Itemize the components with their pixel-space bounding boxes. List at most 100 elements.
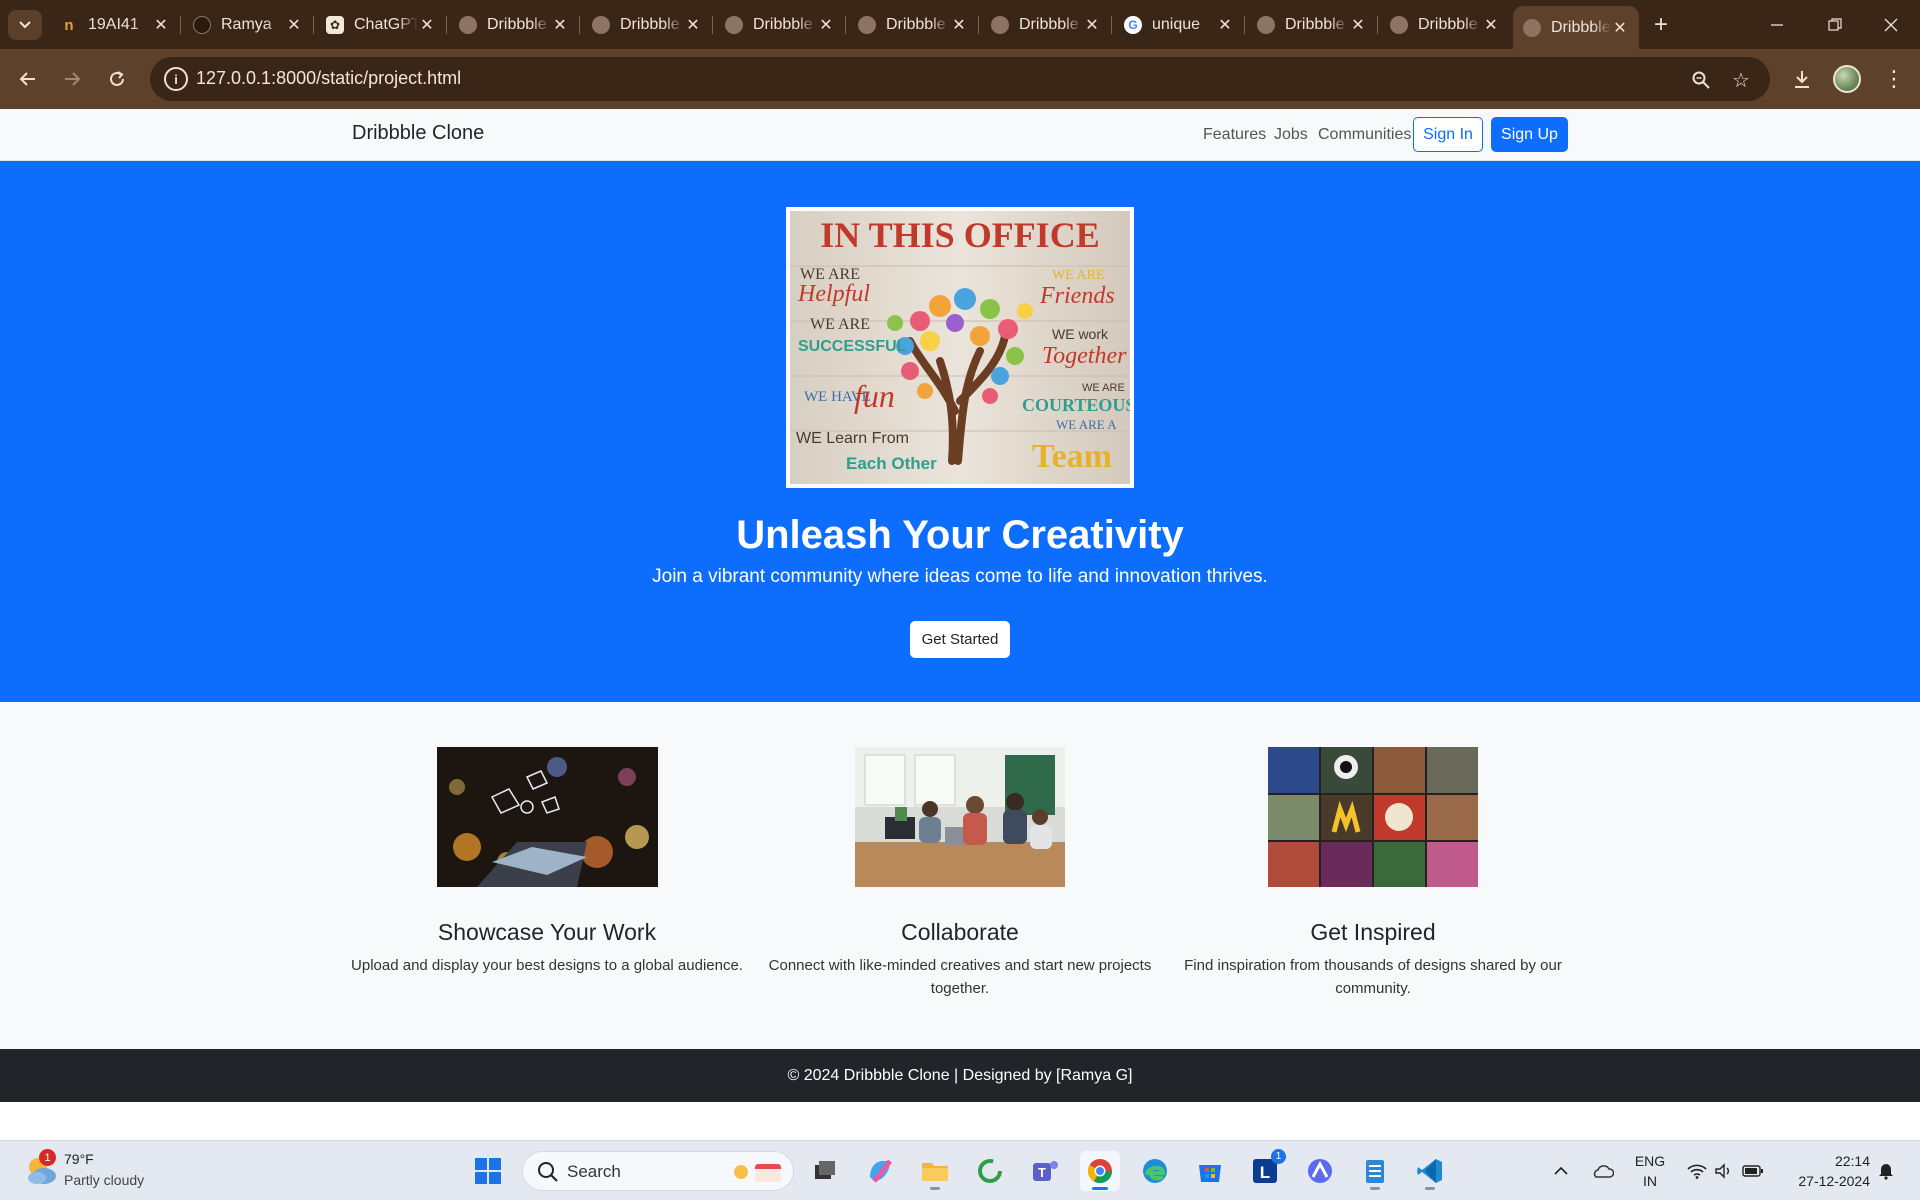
taskbar-search-box[interactable]: Search	[522, 1151, 794, 1191]
battery-icon[interactable]	[1740, 1155, 1766, 1187]
svg-text:fun: fun	[854, 378, 895, 414]
downloads-button[interactable]	[1784, 61, 1820, 97]
url-text[interactable]: 127.0.0.1:8000/static/project.html	[196, 68, 461, 89]
browser-tab-active[interactable]: Dribbble ✕	[1513, 6, 1639, 49]
svg-text:T: T	[1038, 1165, 1046, 1180]
close-icon[interactable]: ✕	[684, 15, 702, 35]
task-view-icon[interactable]	[805, 1151, 845, 1191]
browser-tab[interactable]: Dribbble ✕	[582, 8, 712, 42]
reload-icon	[110, 71, 124, 86]
bookmark-star-icon[interactable]: ☆	[1726, 65, 1756, 95]
teams-icon[interactable]: T	[1025, 1151, 1065, 1191]
get-started-button[interactable]: Get Started	[910, 621, 1010, 658]
arc-app-icon[interactable]	[1300, 1151, 1340, 1191]
edge-icon[interactable]	[1135, 1151, 1175, 1191]
browser-tab[interactable]: Dribbble ✕	[449, 8, 579, 42]
close-icon[interactable]: ✕	[817, 15, 835, 35]
onedrive-cloud-icon[interactable]	[1590, 1155, 1616, 1187]
sign-up-button[interactable]: Sign Up	[1491, 117, 1568, 152]
browser-tab[interactable]: Dribbble ✕	[981, 8, 1111, 42]
nav-link-jobs[interactable]: Jobs	[1274, 126, 1308, 144]
browser-tab[interactable]: Dribbble ✕	[1247, 8, 1377, 42]
close-icon[interactable]: ✕	[152, 15, 170, 35]
close-icon[interactable]: ✕	[418, 15, 436, 35]
inspired-image-grid	[1268, 747, 1478, 887]
address-toolbar: i 127.0.0.1:8000/static/project.html ☆ ⋮	[0, 49, 1920, 109]
close-icon[interactable]: ✕	[950, 15, 968, 35]
close-icon	[1884, 18, 1898, 31]
svg-text:Together: Together	[1042, 343, 1127, 369]
browser-tab[interactable]: Dribbble ✕	[715, 8, 845, 42]
weather-desc[interactable]: Partly cloudy	[64, 1172, 144, 1188]
forward-button[interactable]	[54, 61, 90, 97]
close-icon[interactable]: ✕	[1349, 15, 1367, 35]
minimize-icon	[1771, 23, 1783, 26]
system-clock[interactable]: 22:14 27-12-2024	[1780, 1151, 1870, 1191]
browser-tab[interactable]: n 19AI41 ✕	[50, 8, 180, 42]
site-info-icon[interactable]: i	[164, 67, 188, 91]
tab-search-button[interactable]	[8, 10, 42, 40]
feature-title: Collaborate	[901, 919, 1019, 945]
feature-text: Connect with like-minded creatives and s…	[768, 957, 1152, 997]
close-icon[interactable]: ✕	[551, 15, 569, 35]
chevron-up-icon[interactable]	[1550, 1155, 1572, 1187]
close-icon[interactable]: ✕	[1083, 15, 1101, 35]
l-app-icon[interactable]: L 1	[1245, 1149, 1286, 1191]
vscode-icon[interactable]	[1410, 1151, 1450, 1191]
notepad-icon[interactable]	[1355, 1151, 1395, 1191]
hero-subtitle: Join a vibrant community where ideas com…	[652, 566, 1268, 587]
copilot-icon[interactable]	[860, 1151, 900, 1191]
browser-tab[interactable]: ✿ ChatGPT ✕	[316, 8, 446, 42]
chrome-icon[interactable]	[1080, 1151, 1120, 1191]
cycle-app-icon[interactable]	[970, 1151, 1010, 1191]
close-icon[interactable]: ✕	[1482, 15, 1500, 35]
new-tab-button[interactable]: +	[1646, 10, 1676, 40]
start-button[interactable]	[468, 1151, 508, 1191]
wifi-icon[interactable]	[1685, 1155, 1709, 1187]
site-brand[interactable]: Dribbble Clone	[352, 122, 484, 145]
browser-menu-icon[interactable]: ⋮	[1880, 61, 1908, 97]
nav-link-features[interactable]: Features	[1203, 126, 1266, 144]
back-button[interactable]	[10, 61, 46, 97]
store-icon[interactable]	[1190, 1151, 1230, 1191]
close-icon[interactable]: ✕	[1611, 18, 1629, 38]
chatgpt-icon: ✿	[326, 16, 344, 34]
minimize-button[interactable]	[1748, 0, 1806, 49]
restore-button[interactable]	[1806, 0, 1864, 49]
sign-in-button[interactable]: Sign In	[1413, 117, 1483, 152]
svg-text:WE ARE: WE ARE	[1082, 382, 1125, 394]
svg-text:WE ARE: WE ARE	[810, 316, 870, 333]
browser-tab[interactable]: G unique ✕	[1114, 8, 1244, 42]
globe-icon	[1257, 16, 1275, 34]
close-icon[interactable]: ✕	[285, 15, 303, 35]
hero-section: IN THIS OFFICE WE ARE Helpful WE ARE SUC…	[0, 161, 1920, 702]
zoom-icon[interactable]	[1686, 65, 1716, 95]
web-page: Dribbble Clone Features Jobs Communities…	[0, 109, 1920, 1140]
reload-button[interactable]	[99, 61, 135, 97]
nav-link-communities[interactable]: Communities	[1318, 126, 1411, 144]
browser-tab-strip: n 19AI41 ✕ Ramya ✕ ✿ ChatGPT ✕ Dribbble …	[0, 0, 1920, 49]
profile-avatar[interactable]	[1833, 65, 1861, 93]
notification-bell-icon[interactable]	[1874, 1155, 1898, 1187]
browser-tab[interactable]: Dribbble ✕	[848, 8, 978, 42]
svg-text:Friends: Friends	[1039, 283, 1115, 309]
browser-tab[interactable]: Ramya ✕	[183, 8, 313, 42]
chevron-down-icon	[19, 21, 31, 29]
github-icon	[193, 16, 211, 34]
windows-logo-icon	[475, 1158, 501, 1184]
globe-icon	[991, 16, 1009, 34]
language-indicator[interactable]: ENG IN	[1630, 1151, 1670, 1191]
close-icon[interactable]: ✕	[1216, 15, 1234, 35]
arrow-left-icon	[19, 72, 35, 86]
volume-icon[interactable]	[1712, 1155, 1736, 1187]
address-bar[interactable]: i 127.0.0.1:8000/static/project.html ☆	[150, 57, 1770, 101]
globe-icon	[725, 16, 743, 34]
browser-tab[interactable]: Dribbble ✕	[1380, 8, 1510, 42]
close-window-button[interactable]	[1862, 0, 1920, 49]
restore-icon	[1828, 17, 1842, 31]
file-explorer-icon[interactable]	[915, 1151, 955, 1191]
office-poster: IN THIS OFFICE WE ARE Helpful WE ARE SUC…	[790, 211, 1130, 484]
globe-icon	[592, 16, 610, 34]
weather-temp[interactable]: 79°F	[64, 1151, 94, 1167]
svg-text:IN THIS OFFICE: IN THIS OFFICE	[820, 215, 1099, 255]
